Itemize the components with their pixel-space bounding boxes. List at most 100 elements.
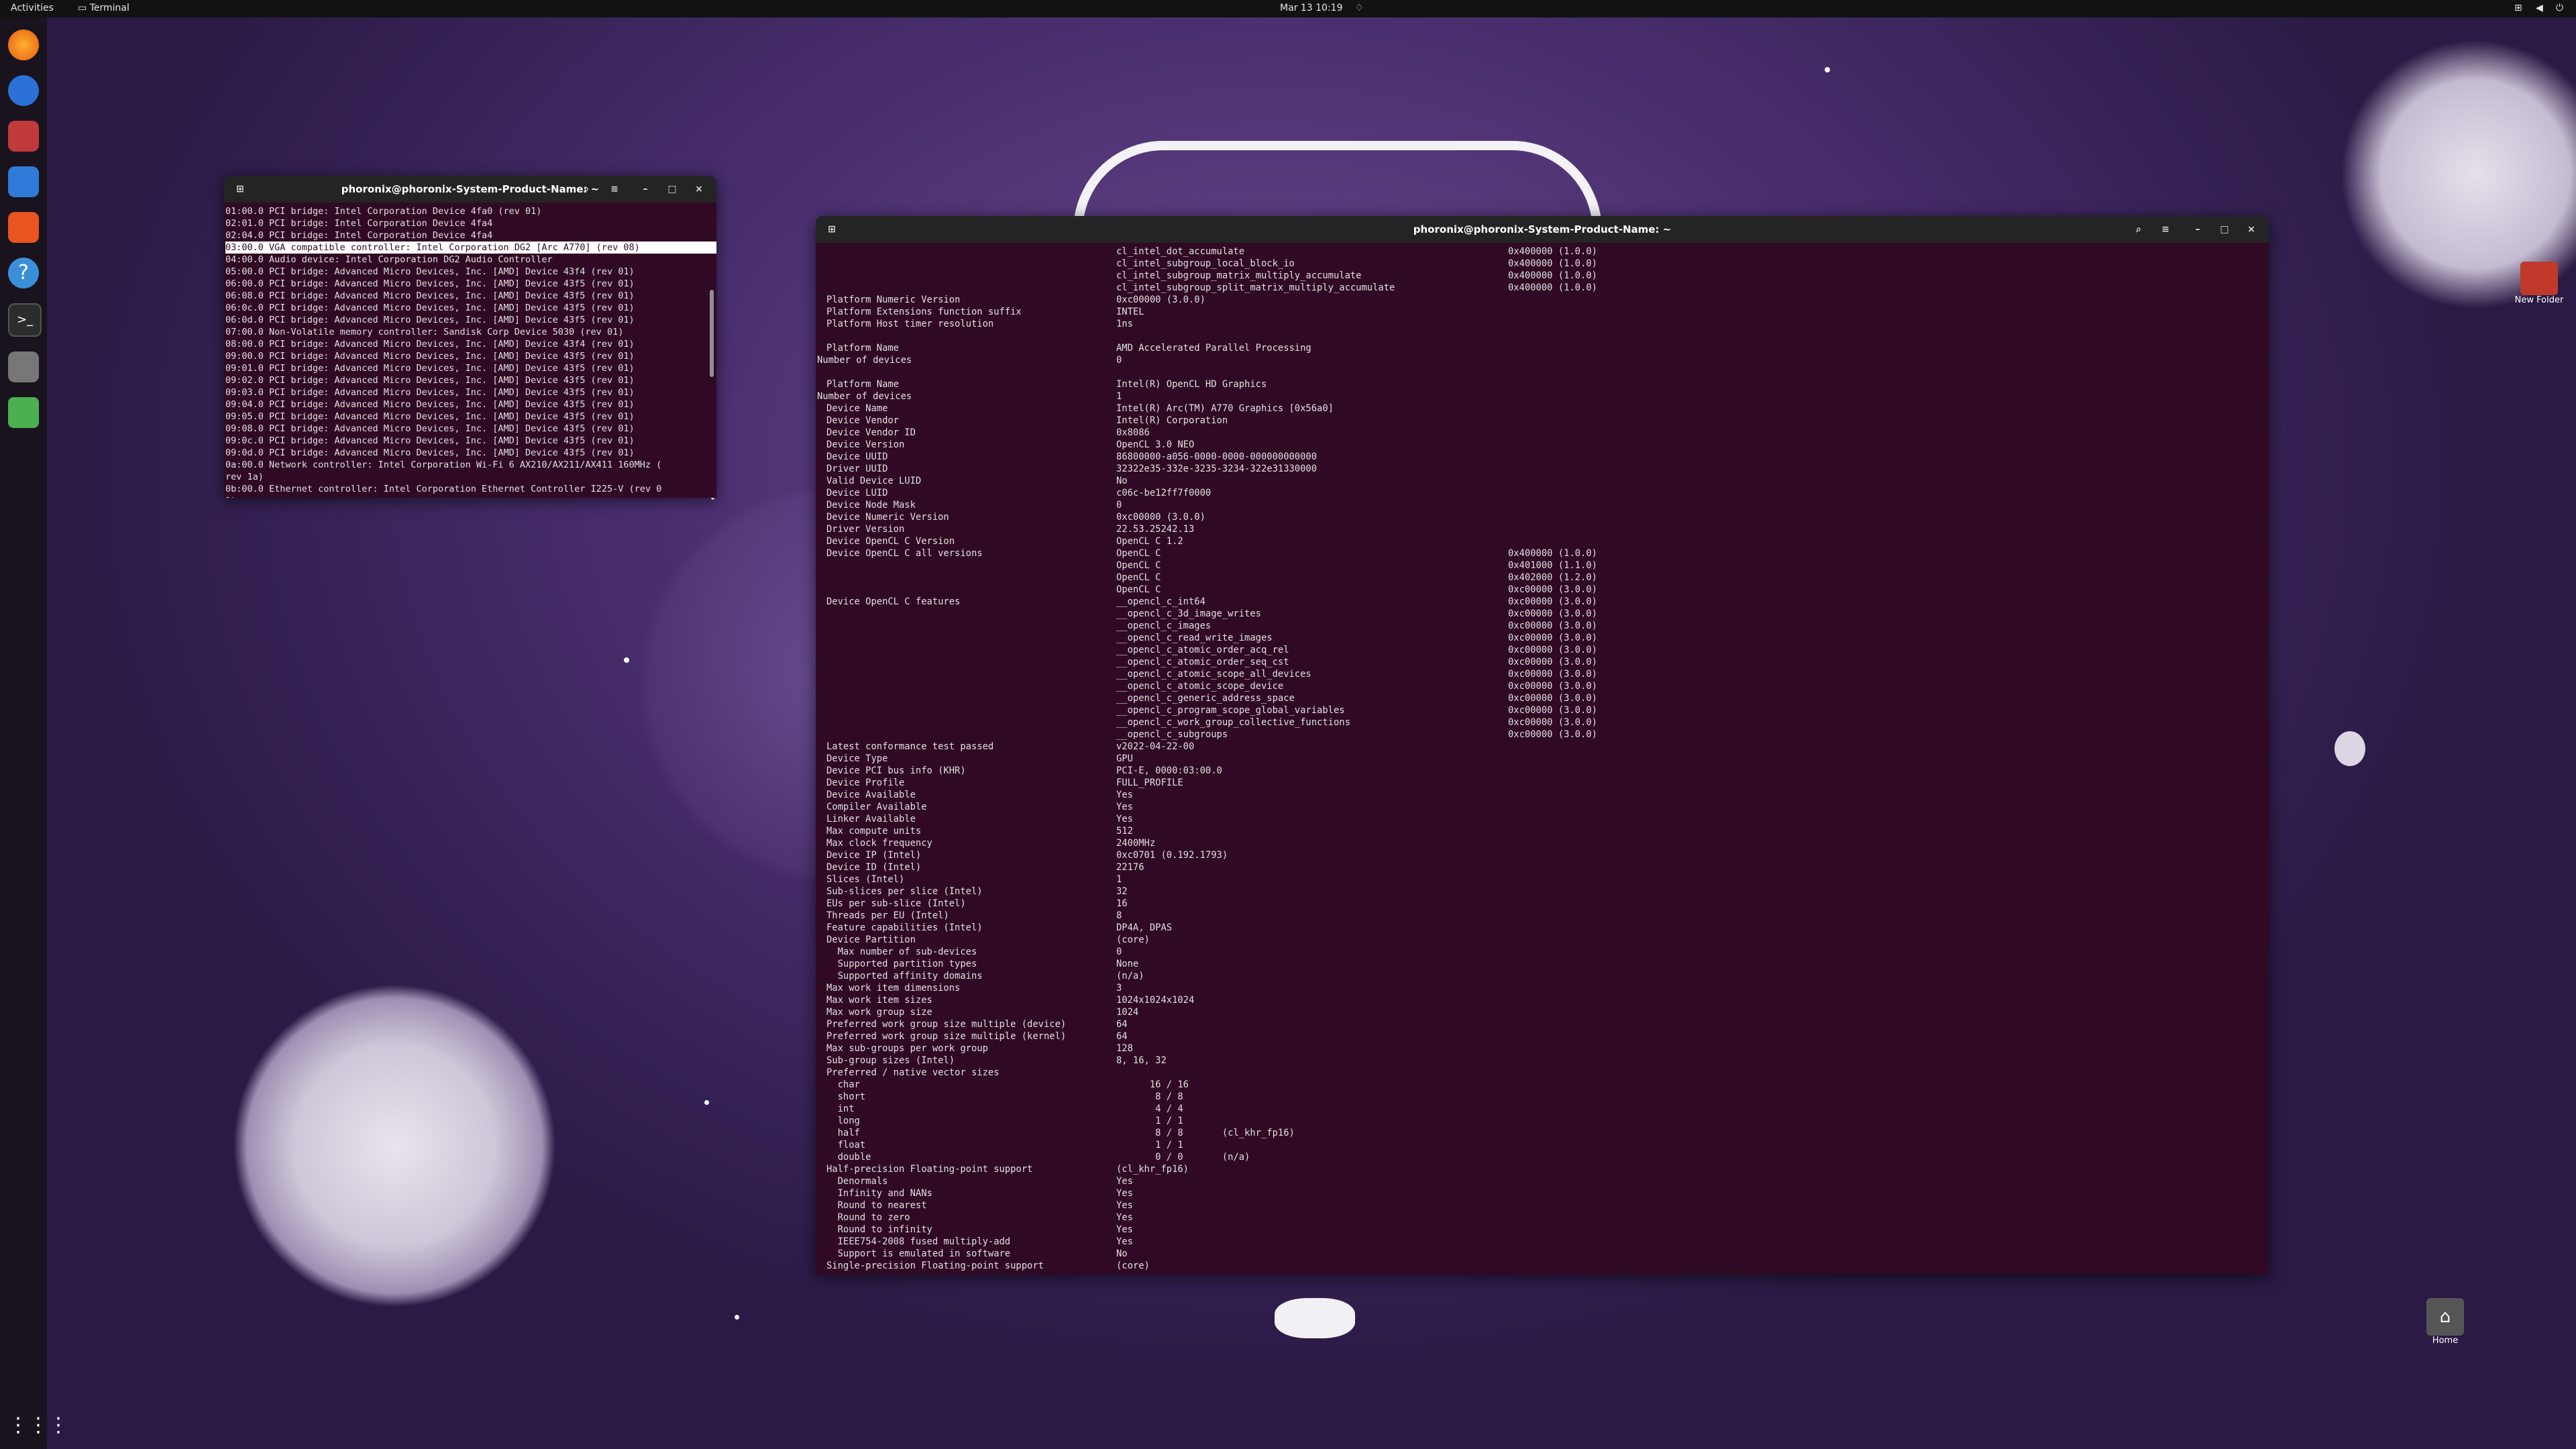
output-row: Supported affinity domains (n/a) [816,970,2269,982]
titlebar[interactable]: ⊞ phoronix@phoronix-System-Product-Name:… [224,176,716,203]
firefox-icon[interactable] [8,30,39,60]
property-name: EUs per sub-slice (Intel) [826,898,966,909]
output-row: Platform Name Intel(R) OpenCL HD Graphics [816,378,2269,390]
volume-icon[interactable]: ◀ [2536,3,2543,13]
property-value: (core) [1116,934,1150,945]
apps-grid-icon[interactable]: ⋮⋮⋮ [8,1410,68,1441]
output-row: half 8 / 8 (cl_khr_fp16) [816,1127,2269,1139]
property-value: 512 [1116,826,1133,837]
minimize-icon[interactable]: – [637,181,653,197]
disk-icon[interactable] [8,352,39,382]
property-value: 64 [1116,1019,1128,1030]
output-row: Device UUID 86800000-a056-0000-0000-00000… [816,451,2269,463]
property-value: AMD Accelerated Parallel Processing [1116,343,1311,354]
output-row: Device Version OpenCL 3.0 NEO [816,439,2269,451]
maximize-icon[interactable]: □ [2216,221,2233,237]
terminal-window-clinfo[interactable]: ⊞ phoronix@phoronix-System-Product-Name:… [816,216,2269,1275]
property-value: Yes [1116,814,1133,824]
property-name: Infinity and NANs [826,1188,932,1199]
property-value: 8, 16, 32 [1116,1055,1167,1066]
activities-button[interactable]: Activities [11,3,54,13]
property-value: cl_intel_subgroup_matrix_multiply_accumu… [1116,270,1362,281]
property-name: Preferred work group size multiple (devi… [826,1019,1067,1030]
terminal-icon[interactable]: >_ [8,303,42,337]
output-row: Threads per EU (Intel) 8 [816,910,2269,922]
property-value: 0 [1116,947,1122,957]
menu-icon[interactable]: ≡ [2157,221,2174,237]
output-row: Infinity and NANs Yes [816,1187,2269,1199]
output-row: Max number of sub-devices 0 [816,946,2269,958]
property-name: Device Available [826,790,916,800]
app-menu[interactable]: ▭ Terminal [78,3,129,13]
property-value: Yes [1116,790,1133,800]
output-row: Number of devices 0 [816,354,2269,366]
output-row: Max sub-groups per work group 128 [816,1042,2269,1055]
output-row: int 4 / 4 [816,1103,2269,1115]
output-line: 04:00.0 Audio device: Intel Corporation … [225,254,553,265]
property-version: 0xc00000 (3.0.0) [1508,608,1597,619]
property-version: 0xc00000 (3.0.0) [1508,693,1597,704]
output-row: Number of devices 1 [816,390,2269,402]
property-name: Platform Extensions function suffix [826,307,1022,317]
trash-icon[interactable] [8,397,39,428]
output-row: OpenCL C 0x402000 (1.2.0) [816,572,2269,584]
titlebar[interactable]: ⊞ phoronix@phoronix-System-Product-Name:… [816,216,2269,243]
search-icon[interactable]: ⌕ [2131,221,2147,237]
output-row: Device Vendor Intel(R) Corporation [816,415,2269,427]
output-row: Max work item sizes 1024x1024x1024 [816,994,2269,1006]
property-name: Device Type [826,753,888,764]
property-value: __opencl_c_subgroups [1116,729,1228,740]
help-icon[interactable]: ? [8,258,39,288]
property-name: Round to zero [826,1212,910,1223]
terminal-window-lspci[interactable]: ⊞ phoronix@phoronix-System-Product-Name:… [224,176,716,498]
output-row: __opencl_c_images 0xc00000 (3.0.0) [816,620,2269,632]
output-row: __opencl_c_generic_address_space 0xc00000… [816,692,2269,704]
output-line: 3) [225,495,716,498]
property-value: 0xc00000 (3.0.0) [1116,512,1205,523]
terminal-output[interactable]: 01:00.0 PCI bridge: Intel Corporation De… [224,203,716,498]
property-value: None [1116,959,1139,969]
software-icon[interactable] [8,212,39,243]
property-value: c06c-be12ff7f0000 [1116,488,1212,498]
output-row: Max compute units 512 [816,825,2269,837]
property-value: Intel(R) Arc(TM) A770 Graphics [0x56a0] [1116,403,1334,414]
property-value: __opencl_c_atomic_scope_all_devices [1116,669,1311,680]
property-value: 1 / 1 [1116,1140,1183,1150]
menu-icon[interactable]: ≡ [606,181,623,197]
small-moon [2334,731,2365,766]
property-version: 0xc00000 (3.0.0) [1508,729,1597,740]
output-line: 06:08.0 PCI bridge: Advanced Micro Devic… [225,290,635,301]
property-value: 8 / 8 [1116,1091,1183,1102]
close-icon[interactable]: × [2243,221,2259,237]
output-row: Round to nearest Yes [816,1199,2269,1212]
dock: ? >_ ⋮⋮⋮ [0,17,68,1449]
scrollbar[interactable] [710,290,714,377]
output-line: 09:0c.0 PCI bridge: Advanced Micro Devic… [225,435,635,446]
power-icon[interactable]: ⏻ [2556,3,2563,13]
search-icon[interactable]: ⌕ [578,181,594,197]
property-value: __opencl_c_atomic_order_seq_cst [1116,657,1289,667]
output-row: float 1 / 1 [816,1139,2269,1151]
files-icon[interactable] [8,121,39,152]
minimize-icon[interactable]: – [2190,221,2206,237]
output-row: Device OpenCL C all versions OpenCL C 0x40… [816,547,2269,559]
output-line: 09:02.0 PCI bridge: Advanced Micro Devic… [225,375,635,386]
property-value: __opencl_c_generic_address_space [1116,693,1295,704]
desktop-folder[interactable]: New Folder [2509,262,2569,305]
output-row: Device IP (Intel) 0xc0701 (0.192.1793) [816,849,2269,861]
desktop-home[interactable]: ⌂ Home [2415,1298,2475,1346]
property-name: Linker Available [826,814,916,824]
property-value: cl_intel_subgroup_split_matrix_multiply_… [1116,282,1395,293]
writer-icon[interactable] [8,166,39,197]
output-row: __opencl_c_work_group_collective_functio… [816,716,2269,729]
terminal-output[interactable]: cl_intel_dot_accumulate 0x400000 (1.0.0) c… [816,243,2269,1275]
clock[interactable]: Mar 13 10:19 [1280,3,1342,13]
maximize-icon[interactable]: □ [664,181,680,197]
output-row: short 8 / 8 [816,1091,2269,1103]
network-icon[interactable]: ⊞ [2514,3,2522,13]
property-version: 0xc00000 (3.0.0) [1508,596,1597,607]
thunderbird-icon[interactable] [8,75,39,106]
close-icon[interactable]: × [691,181,707,197]
property-value: 32322e35-332e-3235-3234-322e31330000 [1116,464,1318,474]
property-version: 0x400000 (1.0.0) [1508,246,1597,257]
